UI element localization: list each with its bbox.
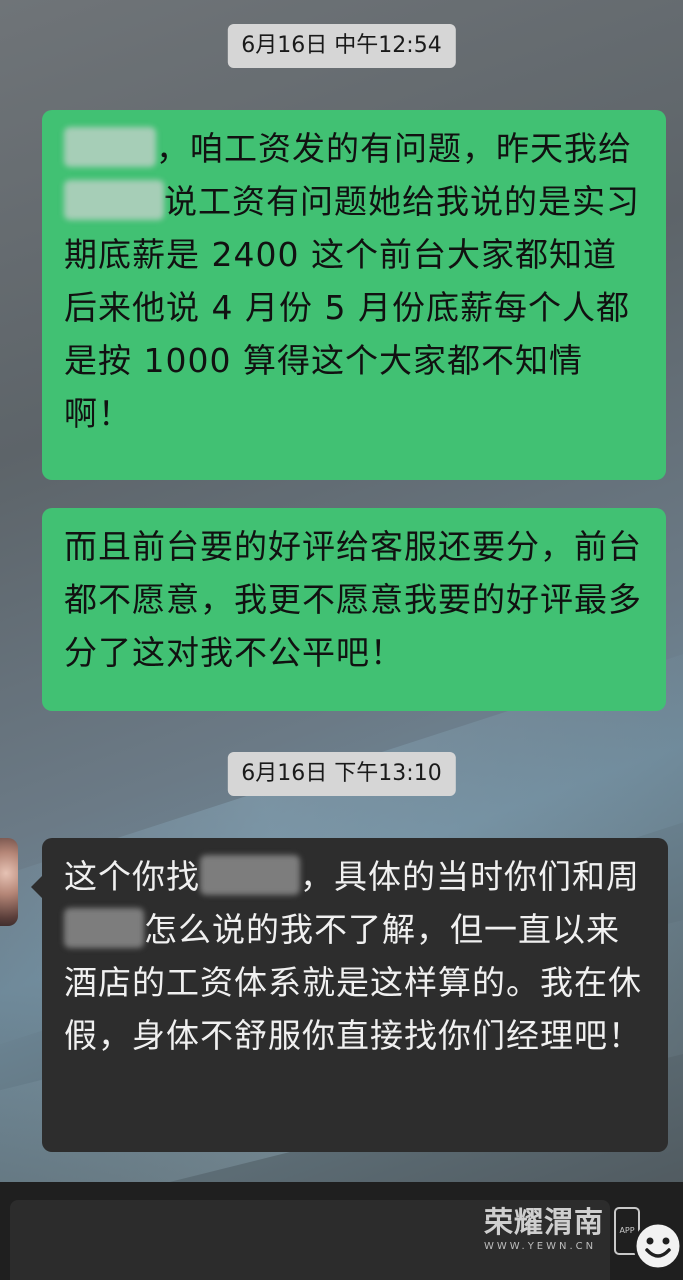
redacted-name [64,127,156,167]
message-text: 怎么说的我不了解，但一直以来酒店的工资体系就是这样算的。我在休假，身体不舒服你直… [64,910,642,1055]
message-timestamp: 6月16日 中午12:54 [227,24,456,68]
message-text: 这个你找 [64,857,200,896]
watermark-url: WWW.YEWN.CN [484,1241,597,1252]
redacted-name [64,908,144,948]
message-text: ，咱工资发的有问题，昨天我给 [156,129,632,168]
received-message-bubble[interactable]: 这个你找 ，具体的当时你们和周怎么说的我不了解，但一直以来酒店的工资体系就是这样算… [31,838,668,1152]
contact-avatar[interactable] [0,838,18,926]
sent-message-bubble[interactable]: 而且前台要的好评给客服还要分，前台都不愿意，我更不愿意我要的好评最多分了这对我不… [42,508,666,711]
message-timestamp: 6月16日 下午13:10 [227,752,456,796]
redacted-name [64,180,164,220]
sent-message-bubble[interactable]: ，咱工资发的有问题，昨天我给说工资有问题她给我说的是实习期底薪是 2400 这个… [42,110,666,480]
watermark-brand: 荣耀渭南 [484,1205,605,1239]
message-text: 而且前台要的好评给客服还要分，前台都不愿意，我更不愿意我要的好评最多分了这对我不… [64,527,642,672]
redacted-name [200,855,300,895]
watermark-logo: 荣耀渭南 WWW.YEWN.CN [484,1205,614,1252]
message-text: ，具体的当时你们和周 [300,857,640,896]
smiley-face-icon[interactable] [632,1220,683,1272]
